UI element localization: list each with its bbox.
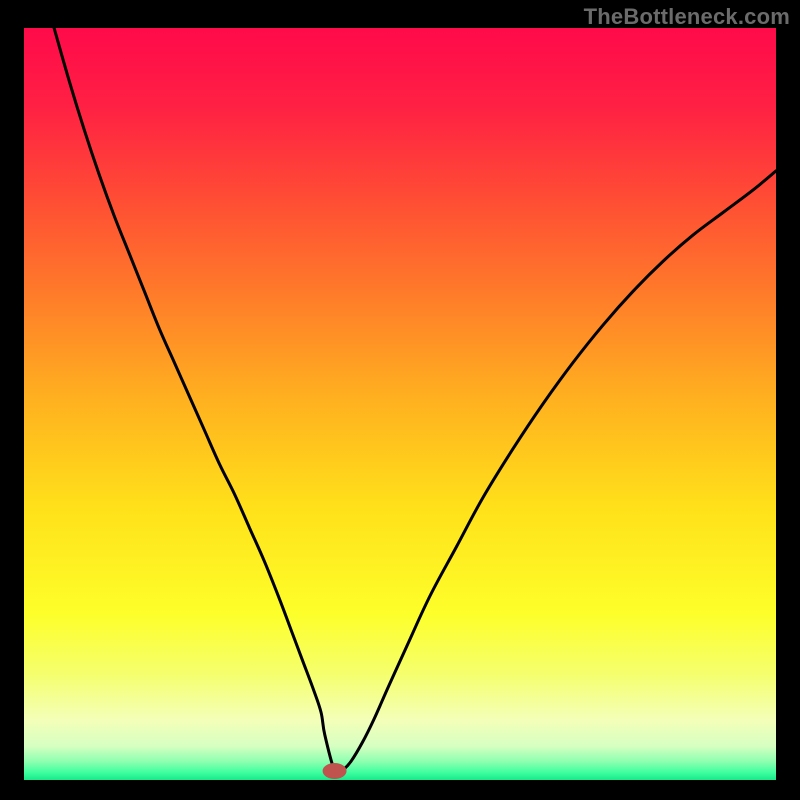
plot-svg	[24, 28, 776, 780]
watermark-text: TheBottleneck.com	[584, 4, 790, 30]
chart-frame: TheBottleneck.com	[0, 0, 800, 800]
min-marker	[323, 763, 347, 779]
gradient-background	[24, 28, 776, 780]
plot-area	[24, 28, 776, 780]
